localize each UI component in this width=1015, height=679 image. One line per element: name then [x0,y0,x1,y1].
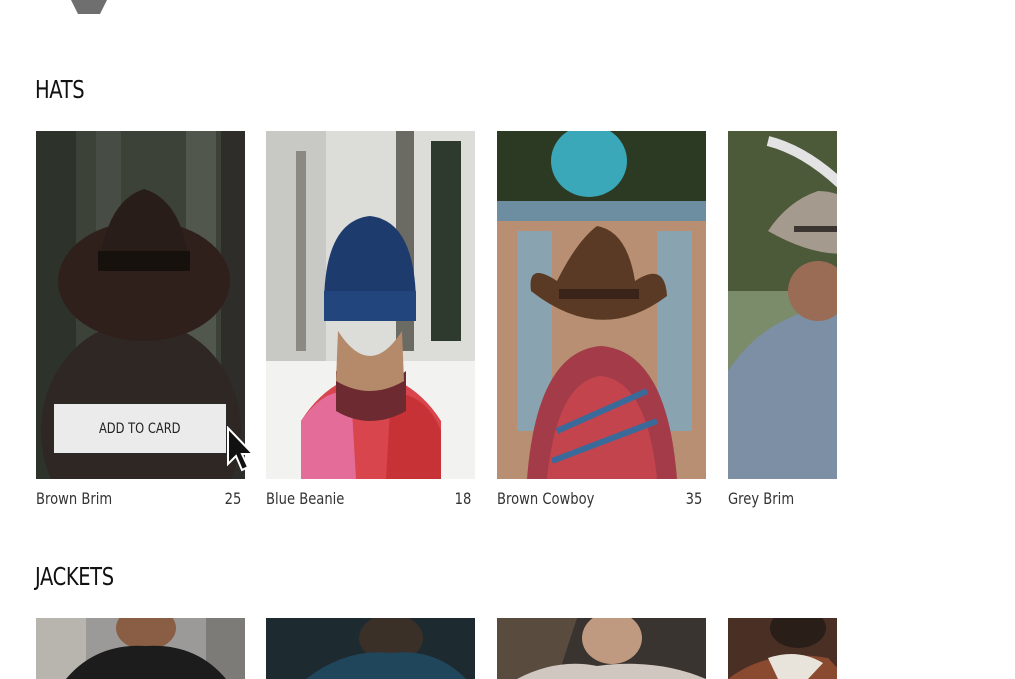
product-card-brown-brim[interactable]: ADD TO CARD Brown Brim 25 [36,131,245,513]
product-name: Brown Cowboy [497,489,595,508]
brown-cowboy-hat-photo[interactable] [497,131,706,479]
arrow-cursor-icon [227,426,256,472]
add-to-cart-button[interactable]: ADD TO CARD [53,403,227,454]
product-card-grey-brim[interactable]: Grey Brim [728,131,837,513]
blue-beanie-photo[interactable] [266,131,475,479]
product-card-blue-beanie[interactable]: Blue Beanie 18 [266,131,475,513]
product-price: 25 [224,489,241,508]
hats-product-row: ADD TO CARD Brown Brim 25 Blue Beanie 18… [36,131,837,521]
logo-icon[interactable] [66,0,112,16]
product-name: Blue Beanie [266,489,345,508]
product-name: Brown Brim [36,489,113,508]
product-card-brown-cowboy[interactable]: Brown Cowboy 35 [497,131,706,513]
jacket-photo-3[interactable] [497,618,706,679]
jacket-photo-1[interactable] [36,618,245,679]
brown-brim-hat-photo[interactable]: ADD TO CARD [36,131,245,479]
jacket-photo-2[interactable] [266,618,475,679]
product-price: 35 [685,489,702,508]
jackets-product-row [36,618,837,679]
jacket-photo-4[interactable] [728,618,837,679]
product-name: Grey Brim [728,489,795,508]
grey-brim-hat-photo[interactable] [728,131,837,479]
product-price: 18 [454,489,471,508]
section-title-jackets[interactable]: JACKETS [35,562,114,591]
section-title-hats[interactable]: HATS [35,75,85,104]
